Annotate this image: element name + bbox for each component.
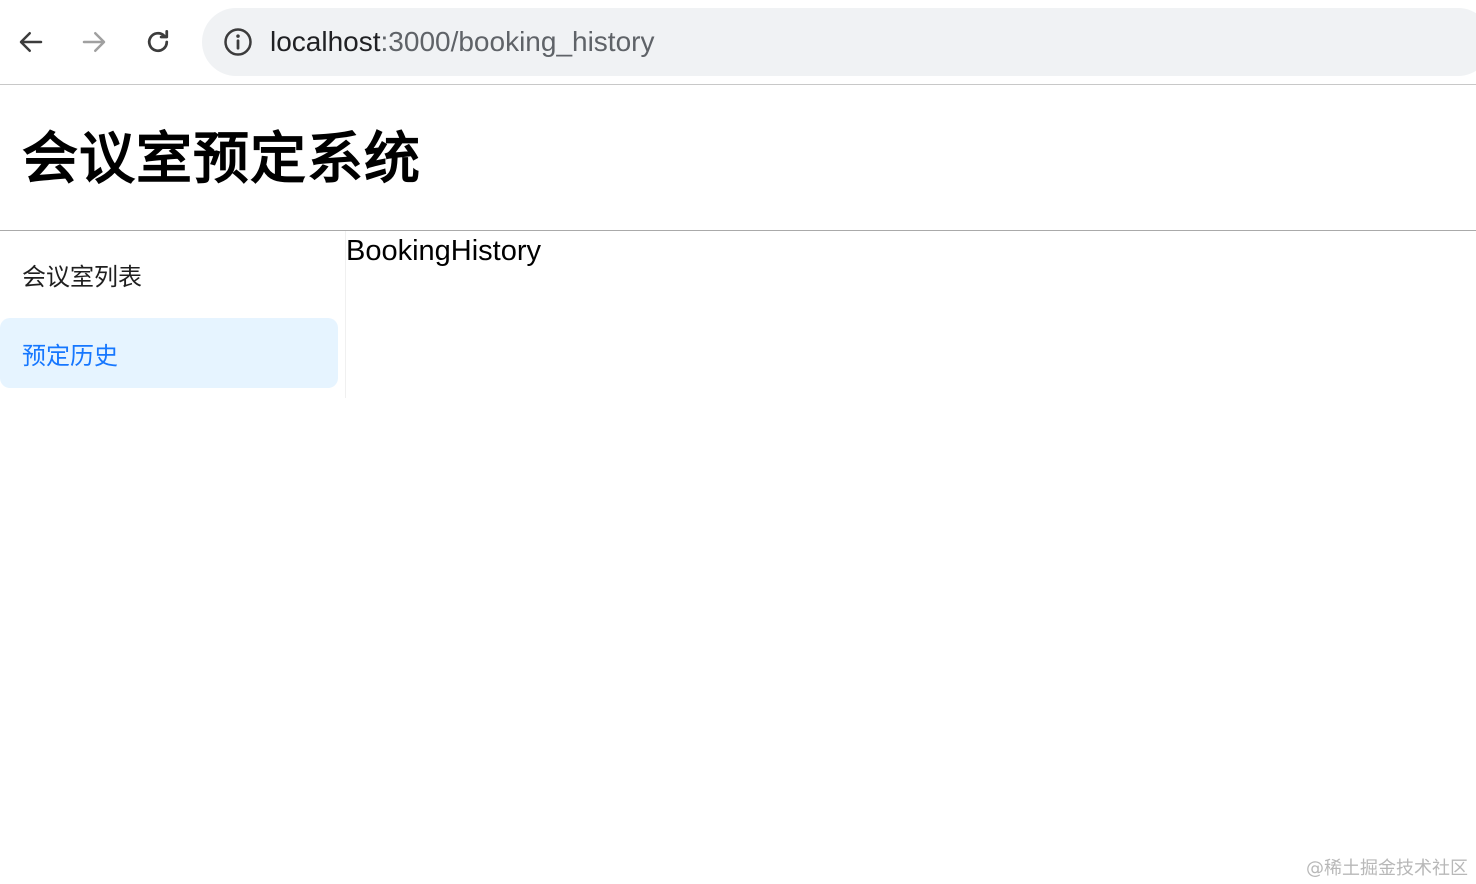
- page-header: 会议室预定系统: [0, 86, 1476, 231]
- back-button[interactable]: [11, 22, 51, 62]
- browser-toolbar: localhost:3000/booking_history: [0, 0, 1476, 85]
- address-bar[interactable]: localhost:3000/booking_history: [202, 8, 1476, 76]
- reload-icon: [147, 30, 169, 53]
- forward-button[interactable]: [74, 22, 114, 62]
- sidebar-item-booking-history[interactable]: 预定历史: [0, 318, 338, 388]
- sidebar-menu: 会议室列表 预定历史: [0, 231, 346, 398]
- content-text: BookingHistory: [346, 235, 542, 267]
- sidebar-item-label: 预定历史: [22, 341, 118, 370]
- reload-button[interactable]: [138, 22, 178, 62]
- watermark: @稀土掘金技术社区: [1306, 858, 1468, 879]
- url-path: :3000/booking_history: [380, 26, 655, 57]
- url-text[interactable]: localhost:3000/booking_history: [270, 24, 655, 60]
- sidebar-item-label: 会议室列表: [22, 262, 142, 291]
- back-arrow-icon: [19, 32, 43, 52]
- page-title: 会议室预定系统: [22, 127, 421, 192]
- url-host: localhost: [270, 26, 381, 57]
- forward-arrow-icon: [82, 32, 106, 52]
- sidebar-item-meeting-room-list[interactable]: 会议室列表: [0, 239, 338, 309]
- info-icon[interactable]: [222, 26, 254, 58]
